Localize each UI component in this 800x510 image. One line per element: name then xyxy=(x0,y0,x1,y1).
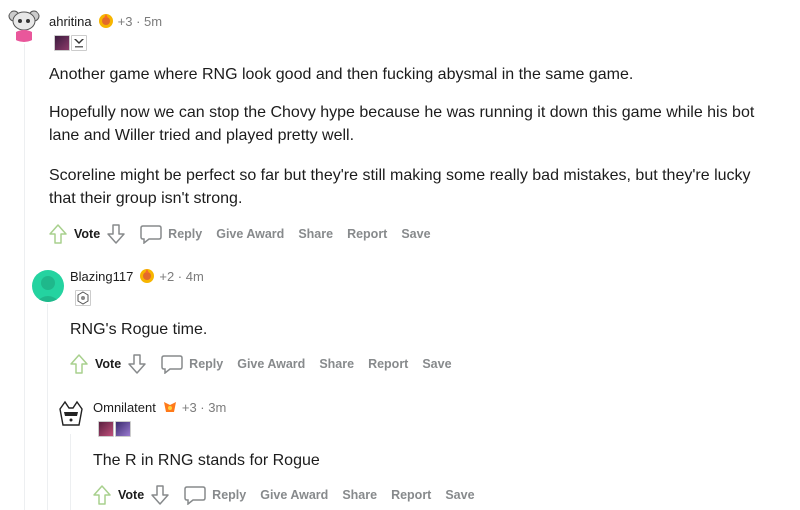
comment-paragraph: The R in RNG stands for Rogue xyxy=(93,452,320,469)
downvote-arrow-icon[interactable] xyxy=(127,353,147,375)
vote-count: Vote xyxy=(95,357,122,371)
give-award-button[interactable]: Give Award xyxy=(216,227,284,241)
downvote-arrow-icon[interactable] xyxy=(150,484,170,506)
flair-champion-icon xyxy=(54,35,70,51)
comment-score-time: +2 · 4m xyxy=(159,268,204,284)
comment-score-time: +3 · 3m xyxy=(181,399,227,415)
flair-team-logo-icon xyxy=(75,290,91,306)
share-button[interactable]: Share xyxy=(298,227,333,241)
reply-bubble-icon xyxy=(161,355,183,374)
user-flair xyxy=(54,35,87,51)
thread-line[interactable] xyxy=(70,434,71,510)
avatar[interactable] xyxy=(57,399,85,429)
reply-button[interactable]: Reply xyxy=(140,224,202,244)
save-button[interactable]: Save xyxy=(401,227,430,241)
reply-button[interactable]: Reply xyxy=(161,354,223,374)
award-icon xyxy=(162,399,178,415)
reply-label: Reply xyxy=(189,357,224,371)
avatar[interactable] xyxy=(6,6,42,42)
comment-meta: ahritina +3 · 5m xyxy=(49,13,162,29)
give-award-button[interactable]: Give Award xyxy=(237,357,305,371)
username[interactable]: Omnilatent xyxy=(93,400,156,415)
comment-paragraph: RNG's Rogue time. xyxy=(70,321,208,338)
report-button[interactable]: Report xyxy=(368,357,408,371)
share-button[interactable]: Share xyxy=(342,488,377,502)
username[interactable]: ahritina xyxy=(49,14,92,29)
comment-score-time: +3 · 5m xyxy=(117,13,163,29)
report-button[interactable]: Report xyxy=(347,227,387,241)
user-flair xyxy=(98,421,131,437)
comment-paragraph: Scoreline might be perfect so far but th… xyxy=(49,167,751,207)
comment-actions: Vote Reply Give Award Share Report Save xyxy=(92,483,489,507)
award-icon xyxy=(139,268,155,284)
give-award-button[interactable]: Give Award xyxy=(260,488,328,502)
upvote-arrow-icon[interactable] xyxy=(69,353,89,375)
save-button[interactable]: Save xyxy=(445,488,474,502)
reply-label: Reply xyxy=(168,227,203,241)
comment-actions: Vote Reply Give Award Share Report Save xyxy=(69,352,466,376)
flair-champion-icon xyxy=(115,421,131,437)
comment-paragraph: Hopefully now we can stop the Chovy hype… xyxy=(49,104,755,144)
report-button[interactable]: Report xyxy=(391,488,431,502)
username[interactable]: Blazing117 xyxy=(70,269,133,284)
award-icon xyxy=(98,13,114,29)
reply-bubble-icon xyxy=(184,486,206,505)
comment-meta: Omnilatent +3 · 3m xyxy=(93,399,226,415)
comment-paragraph: Another game where RNG look good and the… xyxy=(49,66,634,83)
upvote-arrow-icon[interactable] xyxy=(92,484,112,506)
vote-count: Vote xyxy=(118,488,145,502)
save-button[interactable]: Save xyxy=(422,357,451,371)
upvote-arrow-icon[interactable] xyxy=(48,223,68,245)
flair-champion-icon xyxy=(98,421,114,437)
avatar[interactable] xyxy=(32,270,64,302)
reply-button[interactable]: Reply xyxy=(184,485,246,505)
downvote-arrow-icon[interactable] xyxy=(106,223,126,245)
reply-label: Reply xyxy=(212,488,247,502)
thread-line[interactable] xyxy=(47,304,48,510)
share-button[interactable]: Share xyxy=(319,357,354,371)
user-flair xyxy=(75,290,91,306)
reply-bubble-icon xyxy=(140,225,162,244)
flair-team-logo-icon xyxy=(71,35,87,51)
thread-line[interactable] xyxy=(24,44,25,510)
vote-count: Vote xyxy=(74,227,101,241)
comment-meta: Blazing117 +2 · 4m xyxy=(70,268,204,284)
comment-actions: Vote Reply Give Award Share Report Save xyxy=(48,222,445,246)
